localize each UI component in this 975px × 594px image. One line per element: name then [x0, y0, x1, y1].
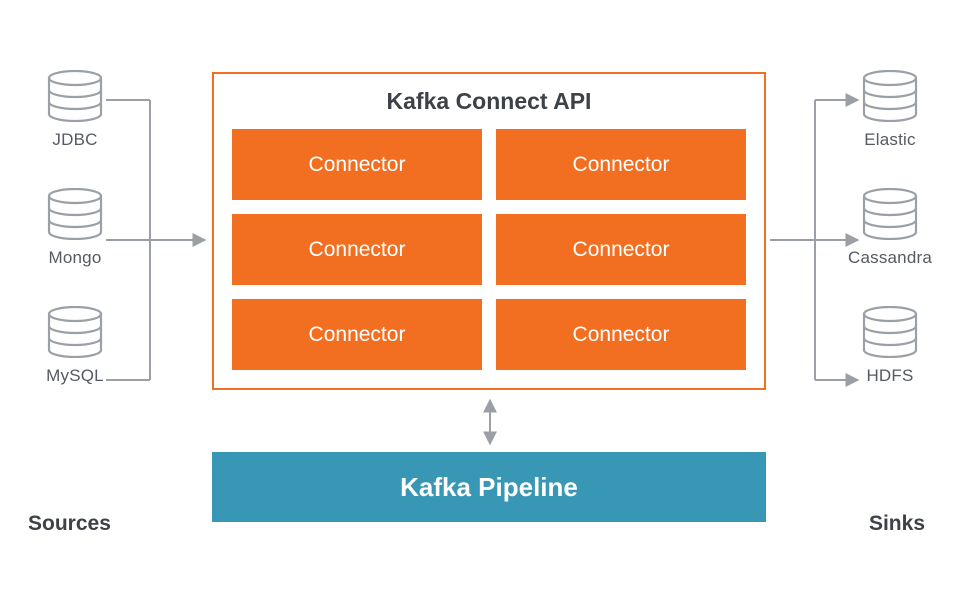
- sink-label: HDFS: [866, 366, 913, 386]
- database-icon: [862, 188, 918, 240]
- diagram-canvas: JDBC Mongo MySQL Elastic Cassandra HDFS …: [0, 0, 975, 594]
- sources-column: JDBC Mongo MySQL: [30, 70, 120, 386]
- database-icon: [862, 70, 918, 122]
- database-icon: [47, 70, 103, 122]
- connector-box: Connector: [232, 299, 482, 370]
- database-icon: [47, 306, 103, 358]
- kafka-connect-api-box: Kafka Connect API Connector Connector Co…: [212, 72, 766, 390]
- source-mongo: Mongo: [47, 188, 103, 268]
- source-label: Mongo: [49, 248, 102, 268]
- sink-hdfs: HDFS: [862, 306, 918, 386]
- database-icon: [862, 306, 918, 358]
- sink-label: Elastic: [864, 130, 915, 150]
- connector-box: Connector: [496, 129, 746, 200]
- source-jdbc: JDBC: [47, 70, 103, 150]
- connector-box: Connector: [232, 129, 482, 200]
- sink-cassandra: Cassandra: [848, 188, 932, 268]
- connector-box: Connector: [232, 214, 482, 285]
- connector-box: Connector: [496, 299, 746, 370]
- database-icon: [47, 188, 103, 240]
- source-label: JDBC: [52, 130, 97, 150]
- source-label: MySQL: [46, 366, 104, 386]
- sink-elastic: Elastic: [862, 70, 918, 150]
- sink-label: Cassandra: [848, 248, 932, 268]
- source-mysql: MySQL: [46, 306, 104, 386]
- sources-section-label: Sources: [28, 512, 111, 536]
- sinks-section-label: Sinks: [869, 512, 925, 536]
- kafka-pipeline-bar: Kafka Pipeline: [212, 452, 766, 522]
- sinks-column: Elastic Cassandra HDFS: [835, 70, 945, 386]
- connector-grid: Connector Connector Connector Connector …: [214, 129, 764, 388]
- connect-title: Kafka Connect API: [214, 88, 764, 115]
- connector-box: Connector: [496, 214, 746, 285]
- pipeline-label: Kafka Pipeline: [400, 472, 578, 503]
